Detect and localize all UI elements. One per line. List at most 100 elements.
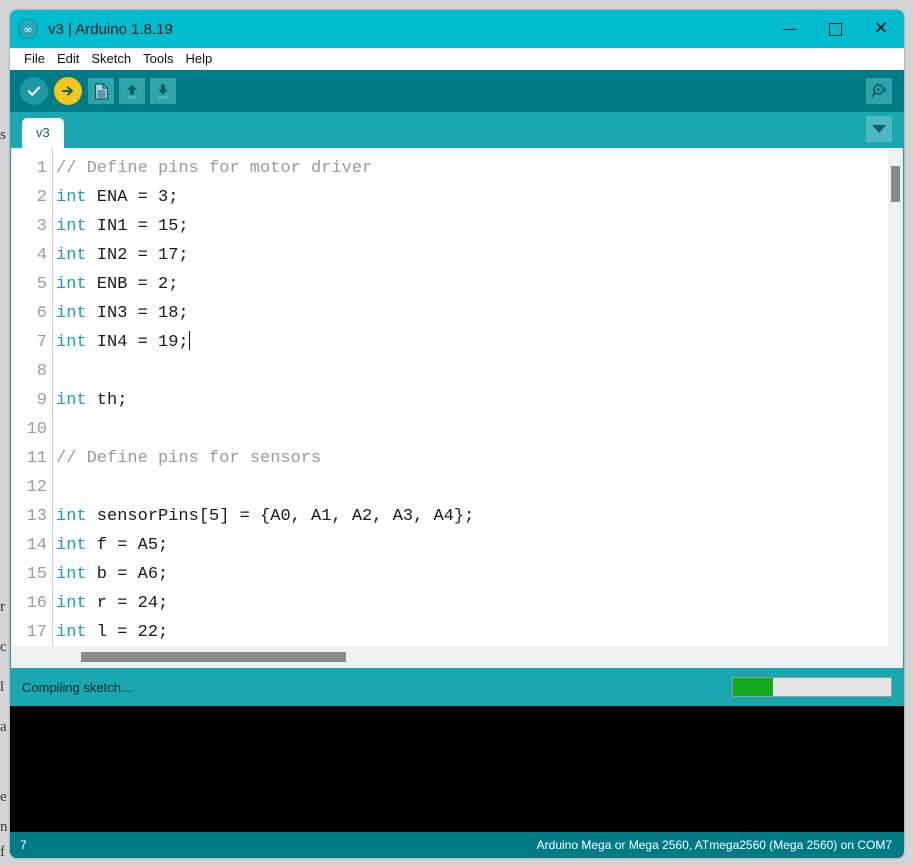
tab-v3[interactable]: v3: [22, 118, 64, 148]
maximize-button[interactable]: [812, 10, 858, 48]
window-controls: ✕: [766, 10, 904, 48]
code-editor[interactable]: 1 2 3 4 5 6 7 8 9 10 11 12 13 14 15 16 17 // Define pins…: [11, 148, 903, 646]
code-keyword: int: [56, 623, 87, 642]
code-keyword: int: [56, 333, 87, 352]
code-line[interactable]: int IN3 = 18;: [56, 299, 888, 328]
line-number: 11: [26, 449, 47, 468]
line-number: 15: [26, 565, 47, 584]
line-number: 4: [36, 246, 47, 265]
close-icon: ✕: [873, 18, 889, 39]
status-line: Compiling sketch...: [10, 668, 904, 706]
editor-vertical-scrollbar[interactable]: [888, 148, 903, 646]
code-line[interactable]: [56, 473, 888, 502]
chevron-down-icon: [872, 125, 886, 133]
code-keyword: int: [56, 304, 87, 323]
arduino-infinity-logo-icon: ∞: [18, 19, 38, 39]
maximize-icon: [828, 22, 842, 36]
code-line[interactable]: int th;: [56, 386, 888, 415]
screen-root: srclaenf ∞ v3 | Arduino 1.8.19 ✕ File Ed…: [0, 0, 914, 866]
vertical-scrollbar-thumb[interactable]: [891, 166, 900, 202]
up-arrow-icon: [127, 84, 137, 98]
upload-button[interactable]: [54, 77, 82, 105]
menu-item-sketch[interactable]: Sketch: [85, 48, 137, 70]
code-line[interactable]: int IN2 = 17;: [56, 241, 888, 270]
magnifier-icon: [871, 84, 887, 98]
toolbar: [10, 70, 904, 112]
new-file-icon: [94, 82, 108, 100]
code-line[interactable]: int ENB = 2;: [56, 270, 888, 299]
code-lines[interactable]: // Define pins for motor driver int ENA =…: [53, 148, 888, 646]
code-keyword: int: [56, 275, 87, 294]
code-line[interactable]: int sensorPins[5] = {A0, A1, A2, A3, A4}…: [56, 502, 888, 531]
code-text: b = A6;: [86, 565, 169, 584]
code-line[interactable]: int IN1 = 15;: [56, 212, 888, 241]
text-caret: [188, 331, 190, 350]
code-keyword: int: [56, 507, 87, 526]
code-keyword: int: [56, 391, 87, 410]
window-title: v3 | Arduino 1.8.19: [48, 20, 173, 38]
line-number: 9: [36, 391, 47, 410]
line-number: 1: [36, 159, 47, 178]
code-text: IN3 = 18;: [86, 304, 189, 323]
checkmark-icon: [27, 86, 41, 96]
tab-dropdown-button[interactable]: [866, 116, 892, 142]
menu-item-tools[interactable]: Tools: [137, 48, 179, 70]
serial-monitor-button[interactable]: [866, 78, 892, 104]
compile-progress-fill: [733, 678, 773, 696]
console-output[interactable]: [10, 706, 904, 832]
open-sketch-button[interactable]: [119, 78, 145, 104]
code-line[interactable]: int r = 24;: [56, 589, 888, 618]
minimize-icon: [782, 28, 796, 30]
right-arrow-icon: [61, 86, 74, 96]
new-sketch-button[interactable]: [88, 78, 114, 104]
board-info-label: Arduino Mega or Mega 2560, ATmega2560 (M…: [536, 838, 892, 852]
code-keyword: int: [56, 246, 87, 265]
horizontal-scrollbar-thumb[interactable]: [81, 652, 346, 662]
code-line[interactable]: [56, 357, 888, 386]
menu-bar: File Edit Sketch Tools Help: [10, 48, 904, 70]
line-number: 10: [26, 420, 47, 439]
menu-item-file[interactable]: File: [18, 48, 51, 70]
code-line[interactable]: int IN4 = 19;: [56, 328, 888, 357]
code-text: f = A5;: [86, 536, 169, 555]
code-comment: // Define pins for motor driver: [56, 159, 373, 178]
code-line[interactable]: // Define pins for sensors: [56, 444, 888, 473]
code-text: l = 22;: [86, 623, 169, 642]
code-keyword: int: [56, 594, 87, 613]
menu-item-help[interactable]: Help: [179, 48, 218, 70]
title-bar: ∞ v3 | Arduino 1.8.19 ✕: [10, 10, 904, 48]
minimize-button[interactable]: [766, 10, 812, 48]
line-number: 7: [36, 333, 47, 352]
code-comment: // Define pins for sensors: [56, 449, 322, 468]
arduino-ide-window: ∞ v3 | Arduino 1.8.19 ✕ File Edit Sketch…: [10, 10, 904, 858]
code-line[interactable]: // Define pins for motor driver: [56, 154, 888, 183]
line-number: 3: [36, 217, 47, 236]
line-number: 14: [26, 536, 47, 555]
code-text: IN2 = 17;: [86, 246, 189, 265]
save-sketch-button[interactable]: [150, 78, 176, 104]
code-line[interactable]: int ENA = 3;: [56, 183, 888, 212]
line-number: 2: [36, 188, 47, 207]
cursor-line-number: 7: [20, 838, 27, 852]
code-line[interactable]: int b = A6;: [56, 560, 888, 589]
down-arrow-icon: [158, 84, 168, 98]
menu-item-edit[interactable]: Edit: [51, 48, 85, 70]
code-keyword: int: [56, 536, 87, 555]
code-line[interactable]: int f = A5;: [56, 531, 888, 560]
code-keyword: int: [56, 188, 87, 207]
editor-horizontal-scrollbar[interactable]: [11, 646, 903, 668]
code-area[interactable]: 1 2 3 4 5 6 7 8 9 10 11 12 13 14 15 16 17 // Define pins…: [11, 148, 888, 646]
code-line[interactable]: int l = 22;: [56, 618, 888, 646]
status-message: Compiling sketch...: [22, 679, 132, 695]
code-text: IN4 = 19;: [86, 333, 189, 352]
code-line[interactable]: [56, 415, 888, 444]
code-text: ENA = 3;: [86, 188, 179, 207]
verify-button[interactable]: [20, 77, 48, 105]
tab-bar: v3: [10, 112, 904, 148]
line-number: 8: [36, 362, 47, 381]
code-text: IN1 = 15;: [86, 217, 189, 236]
line-number: 13: [26, 507, 47, 526]
close-button[interactable]: ✕: [858, 10, 904, 48]
line-number-gutter: 1 2 3 4 5 6 7 8 9 10 11 12 13 14 15 16 17: [11, 148, 53, 646]
compile-progress-bar: [732, 677, 892, 697]
